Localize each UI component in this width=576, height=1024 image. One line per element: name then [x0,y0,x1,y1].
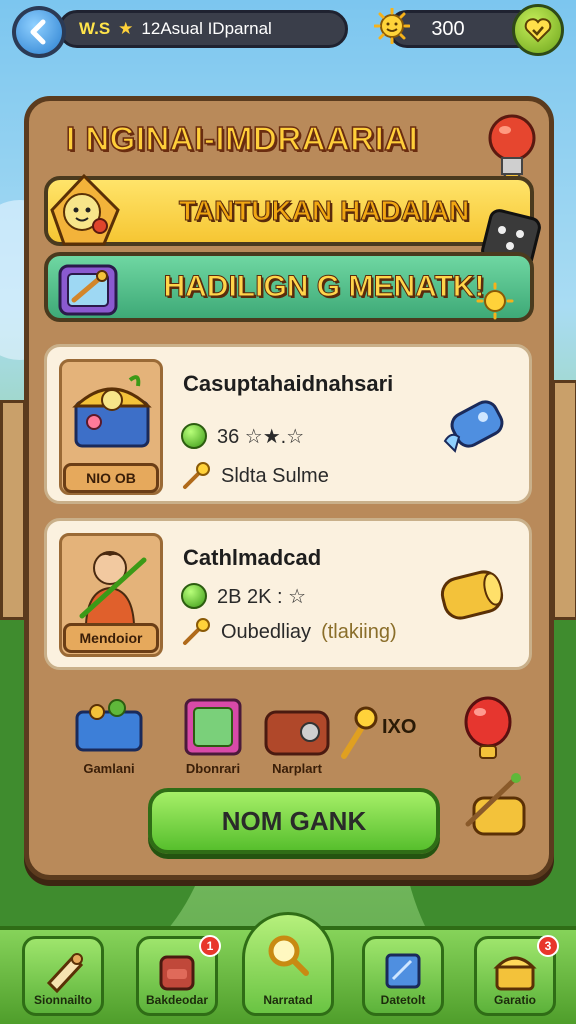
puzzle-box-icon [75,699,143,752]
back-button[interactable] [12,6,66,58]
banner-rewards-label: TANTUKAN HADAIAN [178,195,470,227]
card-detail: Sldta Sulme [221,464,329,487]
gift-box-icon [184,698,242,756]
magnifier-icon [268,935,309,976]
green-gem-icon [181,423,207,449]
start-button[interactable]: NOM GANK [148,788,440,854]
item-slot[interactable]: Dbonrari [168,694,258,784]
quest-card[interactable]: NIO OB Casuptahaidnahsari 36 ☆★.☆ Sldta … [44,344,532,504]
item-label: Gamlani [83,761,135,776]
treasure-chest-icon [72,375,152,448]
item-label: IXO [382,716,417,738]
paint-brush-icon [465,773,526,836]
card-icon [385,953,421,989]
card-title: Casuptahaidnahsari [183,371,394,396]
nav-label: Sionnailto [34,993,92,1007]
card-tag: NIO OB [63,463,159,493]
nav-item-bag[interactable]: Bakdeodar 1 [136,935,221,1016]
nav-label: Garatio [493,993,536,1007]
card-stat-row: 2B 2K : ☆ [181,583,306,609]
character-face-icon [50,173,120,246]
card-stat: 36 ☆★.☆ [217,425,305,448]
chevron-left-icon [30,19,46,45]
map-scroll-icon [58,264,118,316]
sun-star-icon [476,282,514,320]
nav-item-scroll[interactable]: Sionnailto [22,936,104,1016]
key-wand-icon [341,706,378,759]
player-level: W.S [79,19,111,38]
panel-title: I NGINAI-IMDRAARIAI [65,119,419,158]
sun-coin-icon [374,8,410,44]
player-name: 12Asual IDparnal [141,19,272,38]
magic-wand-icon [183,462,210,489]
toolbox-icon [264,710,330,756]
blue-cannon-icon [443,400,504,453]
star-icon: ★ [118,19,134,38]
nav-item-search[interactable]: Narratad [242,912,334,1016]
card-detail-row: Oubedliay (tlakiing) [181,617,397,647]
item-slot[interactable]: IXO [336,694,436,784]
card-stat-row: 36 ☆★.☆ [181,423,304,449]
bottom-navigation: Sionnailto Bakdeodar 1 Narratad Datetolt… [0,912,576,1024]
card-detail-extra: (tlakiing) [321,620,397,643]
nav-item-treasure[interactable]: Garatio 3 [474,935,559,1016]
heart-check-icon [524,18,552,43]
item-slot[interactable]: Narplart [252,694,342,784]
nav-label: Datetolt [380,993,426,1007]
item-slot[interactable]: Gamlani [64,694,154,784]
gold-chest-icon [493,956,537,991]
card-detail: Oubedliay [221,620,312,643]
scroll-icon [46,953,84,993]
character-portrait-icon [79,551,147,624]
nav-label: Narratad [263,993,313,1007]
banner-challenge-label: HADILIGN G MENATK! [163,270,485,304]
notification-badge: 3 [537,935,559,957]
magic-wand-icon [183,618,210,645]
coin-count: 300 [431,17,465,40]
red-balloon-icon [464,696,512,759]
top-bar: W.S ★ 12Asual IDparnal 300 [0,0,576,58]
card-detail-row: Sldta Sulme [181,461,329,491]
favorites-button[interactable] [512,4,564,56]
backpack-icon [159,955,195,991]
card-stat: 2B 2K : ☆ [217,585,307,608]
gold-barrel-icon [440,570,504,620]
green-gem-icon [181,583,207,609]
card-title: Cathlmadcad [183,545,322,570]
item-label: Narplart [272,761,322,776]
player-level-pill[interactable]: W.S ★ 12Asual IDparnal [58,10,348,48]
card-tag: Mendoior [63,623,159,653]
nav-item-card[interactable]: Datetolt [362,936,444,1016]
item-label: Dbonrari [185,761,241,776]
nav-label: Bakdeodar [145,993,209,1007]
quest-card[interactable]: Mendoior Cathlmadcad 2B 2K : ☆ Oubedliay… [44,518,532,670]
notification-badge: 1 [199,935,221,957]
